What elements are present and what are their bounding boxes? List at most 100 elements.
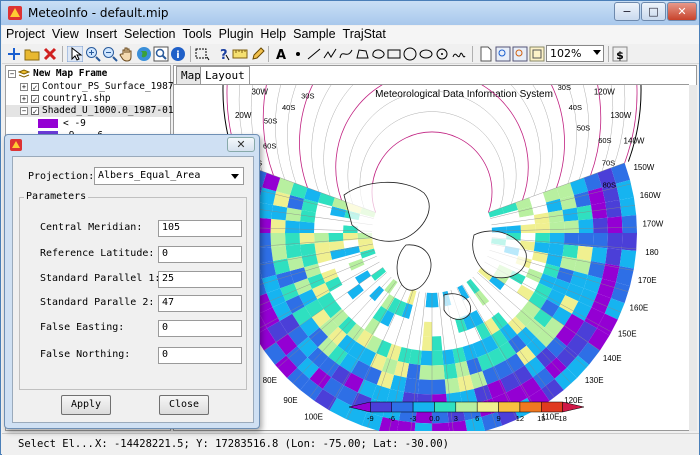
longitude-label: 20W [235, 111, 252, 120]
layer-visible-checkbox[interactable]: ✓ [31, 95, 39, 104]
page-fit-icon[interactable] [529, 46, 545, 62]
legend-swatch [38, 119, 58, 128]
reference-latitude-label: Reference Latitude: [40, 248, 155, 259]
menu-trajstat[interactable]: TrajStat [339, 26, 389, 41]
insert-polygon-icon[interactable] [354, 46, 370, 62]
insert-circle-icon[interactable] [402, 46, 418, 62]
colorbar-tick-label: 9 [496, 414, 500, 423]
pan-hand-icon[interactable] [119, 46, 135, 62]
shaded-cell [432, 336, 443, 351]
remove-layer-icon[interactable] [42, 46, 58, 62]
zoom-out-icon[interactable] [102, 46, 118, 62]
svg-text:$: $ [616, 49, 624, 62]
edit-pencil-icon[interactable] [250, 46, 266, 62]
zoom-in-icon[interactable] [85, 46, 101, 62]
expand-toggle[interactable]: + [20, 83, 28, 91]
page-icon[interactable] [478, 46, 494, 62]
projection-select[interactable]: Albers_Equal_Area [94, 167, 244, 185]
standard-parallel-2-input[interactable]: 47 [158, 295, 242, 312]
layer-visible-checkbox[interactable]: ✓ [31, 107, 39, 116]
app-icon [10, 139, 22, 151]
insert-rectangle-icon[interactable] [386, 46, 402, 62]
insert-text-icon[interactable]: A [273, 46, 289, 62]
shaded-cell [424, 307, 432, 322]
shaded-cell [414, 422, 432, 431]
page-zoom-in-icon[interactable] [495, 46, 511, 62]
false-easting-label: False Easting: [40, 322, 125, 333]
graticule-arc [323, 85, 541, 197]
projection-label: Projection: [28, 171, 95, 182]
latitude-label: 40S [282, 103, 295, 112]
shaded-cell [562, 244, 579, 259]
false-easting-input[interactable]: 0 [158, 320, 242, 337]
app-icon [8, 6, 22, 20]
longitude-label: 170W [642, 220, 663, 229]
latitude-label: 20S [533, 85, 546, 87]
minimize-button[interactable]: − [614, 2, 640, 21]
status-mode: Select El... [18, 438, 94, 450]
longitude-label: 140E [603, 354, 622, 363]
menu-tools[interactable]: Tools [178, 26, 214, 41]
maximize-button[interactable]: □ [641, 2, 666, 21]
close-button[interactable]: ✕ [667, 2, 697, 21]
apply-button[interactable]: Apply [61, 395, 111, 415]
shaded-cell [607, 216, 623, 233]
colorbar-segment [476, 401, 499, 413]
add-layer-icon[interactable] [6, 46, 22, 62]
legend-item-label: < -9 [63, 118, 86, 129]
menu-insert[interactable]: Insert [82, 26, 120, 41]
reference-latitude-input[interactable]: 0 [158, 246, 242, 263]
layer-row-selected[interactable]: − ✓ Shaded_U_1000.0_1987-01-01 [6, 105, 191, 117]
layer-visible-checkbox[interactable]: ✓ [31, 83, 39, 92]
shaded-cell [576, 205, 593, 221]
central-meridian-input[interactable]: 105 [158, 220, 242, 237]
collapse-toggle[interactable]: − [8, 70, 16, 78]
menu-sample[interactable]: Sample [289, 26, 338, 41]
latitude-label: 50S [577, 123, 590, 132]
longitude-label: 150W [633, 163, 654, 172]
insert-freehand-icon[interactable] [451, 46, 467, 62]
page-zoom-out-icon[interactable] [512, 46, 528, 62]
expand-toggle[interactable]: + [20, 95, 28, 103]
tab-layout[interactable]: Layout [200, 66, 250, 84]
collapse-toggle[interactable]: − [20, 107, 28, 115]
script-dollar-icon[interactable]: $ [612, 46, 628, 62]
standard-parallel-1-input[interactable]: 25 [158, 271, 242, 288]
shaded-cell [592, 217, 608, 233]
latitude-label: 60S [598, 136, 611, 145]
svg-text:A: A [276, 48, 286, 62]
menu-plugin[interactable]: Plugin [215, 26, 257, 41]
chevron-down-icon [231, 174, 239, 179]
insert-point-icon[interactable] [290, 46, 306, 62]
insert-curve-polygon-icon[interactable] [370, 46, 386, 62]
measure-icon[interactable] [232, 46, 248, 62]
insert-ellipse-icon[interactable] [418, 46, 434, 62]
menu-project[interactable]: Project [2, 26, 48, 41]
menu-help[interactable]: Help [256, 26, 289, 41]
insert-circle-outline-icon[interactable] [434, 46, 450, 62]
menu-selection[interactable]: Selection [120, 26, 178, 41]
select-pointer-icon[interactable] [67, 46, 83, 62]
insert-curve-icon[interactable] [338, 46, 354, 62]
insert-line-icon[interactable] [306, 46, 322, 62]
close-dialog-button[interactable]: Close [159, 395, 209, 415]
open-folder-icon[interactable] [24, 46, 40, 62]
central-meridian-label: Central Meridian: [40, 222, 143, 233]
select-rectangle-icon[interactable] [194, 46, 210, 62]
latitude-label: 30S [558, 85, 571, 92]
colorbar-tick-label: 15 [537, 414, 545, 423]
identify-info-icon[interactable]: i [170, 46, 186, 62]
zoom-extent-icon[interactable] [153, 46, 169, 62]
full-extent-globe-icon[interactable] [136, 46, 152, 62]
zoom-level-select[interactable]: 102% [546, 45, 604, 62]
menu-view[interactable]: View [48, 26, 82, 41]
colorbar-tick-label: 0.0 [429, 414, 439, 423]
false-northing-input[interactable]: 0 [158, 347, 242, 364]
toolbar: i ? A 102% $ [2, 44, 699, 64]
shaded-cell [432, 307, 440, 322]
longitude-label: 150E [618, 330, 637, 339]
dialog-close-button[interactable]: ✕ [227, 137, 255, 152]
help-question-icon[interactable]: ? [215, 46, 231, 62]
insert-polyline-icon[interactable] [322, 46, 338, 62]
vertical-scrollbar[interactable] [689, 85, 697, 431]
